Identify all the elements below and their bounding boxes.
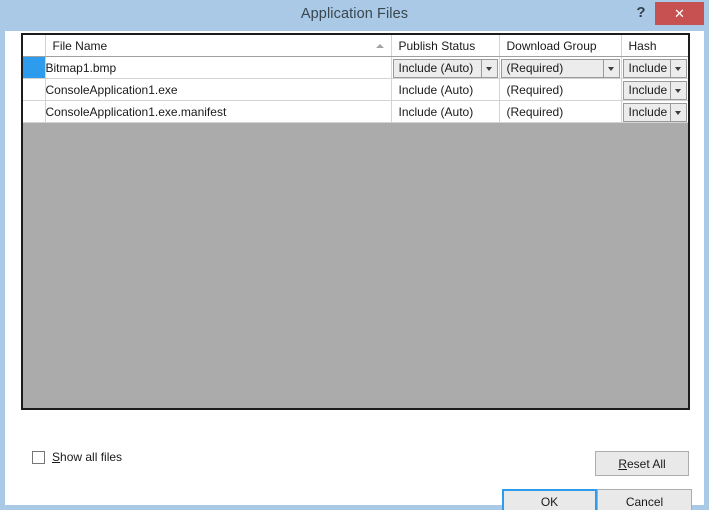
cell-hash[interactable]: Include (621, 100, 688, 123)
chevron-down-icon[interactable] (604, 104, 619, 121)
cell-file-name[interactable]: Bitmap1.bmp (45, 56, 392, 79)
hash-value: Include (628, 60, 668, 75)
chevron-down-icon[interactable] (602, 59, 619, 77)
application-files-dialog: Application Files ? ✕ File Name Publish … (0, 0, 709, 510)
reset-all-label-rest: eset All (626, 456, 666, 471)
publish-status-value: Include (Auto) (398, 60, 474, 75)
cell-publish-status[interactable]: Include (Auto) (391, 78, 500, 101)
table-row[interactable]: ConsoleApplication1.exe Include (Auto) (… (23, 78, 688, 101)
table-header-row: File Name Publish Status Download Group … (23, 35, 688, 57)
column-header-file-name-label: File Name (52, 38, 108, 53)
chevron-down-icon[interactable] (482, 104, 497, 121)
hash-value: Include (628, 104, 668, 119)
cancel-button[interactable]: Cancel (597, 489, 692, 510)
show-all-files-checkbox[interactable] (32, 450, 45, 464)
row-selector-cell[interactable] (23, 78, 46, 101)
reset-all-accel: R (618, 456, 627, 471)
chevron-down-icon[interactable] (669, 81, 686, 99)
chevron-down-icon[interactable] (669, 103, 686, 121)
chevron-down-icon[interactable] (604, 82, 619, 99)
download-group-combobox[interactable]: (Required) (500, 80, 620, 100)
cell-publish-status[interactable]: Include (Auto) (391, 100, 500, 123)
show-all-files-label: Show all files (52, 450, 122, 464)
column-header-file-name[interactable]: File Name (45, 35, 392, 57)
download-group-value: (Required) (506, 60, 564, 75)
hash-combobox[interactable]: Include (622, 102, 687, 122)
cell-download-group[interactable]: (Required) (499, 100, 622, 123)
application-files-grid[interactable]: File Name Publish Status Download Group … (21, 33, 690, 410)
column-header-download-group[interactable]: Download Group (499, 35, 622, 57)
reset-all-button[interactable]: Reset All (595, 451, 689, 476)
column-header-hash[interactable]: Hash (621, 35, 688, 57)
window-title: Application Files (300, 6, 409, 22)
grid-inner: File Name Publish Status Download Group … (23, 35, 688, 408)
download-group-combobox[interactable]: (Required) (500, 102, 620, 122)
show-all-files-label-rest: how all files (60, 450, 123, 464)
cell-hash[interactable]: Include (621, 78, 688, 101)
cell-publish-status[interactable]: Include (Auto) (391, 56, 500, 79)
download-group-value: (Required) (506, 82, 564, 97)
publish-status-value: Include (Auto) (398, 104, 474, 119)
column-header-publish-status[interactable]: Publish Status (391, 35, 500, 57)
hash-combobox[interactable]: Include (622, 80, 687, 100)
cell-hash[interactable]: Include (621, 56, 688, 79)
help-icon[interactable]: ? (629, 1, 653, 25)
cell-file-name[interactable]: ConsoleApplication1.exe.manifest (45, 100, 392, 123)
hash-combobox[interactable]: Include (622, 58, 687, 78)
cell-download-group[interactable]: (Required) (499, 78, 622, 101)
row-selector-cell[interactable] (23, 100, 46, 123)
cell-file-name[interactable]: ConsoleApplication1.exe (45, 78, 392, 101)
table-row[interactable]: ConsoleApplication1.exe.manifest Include… (23, 100, 688, 123)
ok-button[interactable]: OK (502, 489, 597, 510)
chevron-down-icon[interactable] (482, 82, 497, 99)
publish-status-combobox[interactable]: Include (Auto) (392, 58, 498, 78)
show-all-files-checkbox-row[interactable]: Show all files (32, 450, 122, 464)
file-table: File Name Publish Status Download Group … (23, 35, 688, 123)
download-group-combobox[interactable]: (Required) (500, 58, 620, 78)
publish-status-combobox[interactable]: Include (Auto) (392, 80, 498, 100)
show-all-files-accel: S (52, 450, 61, 464)
dialog-body: File Name Publish Status Download Group … (5, 31, 704, 510)
title-bar: Application Files ? ✕ (0, 0, 709, 31)
sort-ascending-icon (375, 44, 384, 48)
cell-download-group[interactable]: (Required) (499, 56, 622, 79)
close-icon[interactable]: ✕ (655, 2, 704, 25)
row-selector-cell[interactable] (23, 56, 46, 79)
hash-value: Include (628, 82, 668, 97)
column-header-row-selector[interactable] (23, 35, 46, 57)
chevron-down-icon[interactable] (669, 59, 686, 77)
table-row[interactable]: Bitmap1.bmp Include (Auto) (Required) In… (23, 56, 688, 79)
download-group-value: (Required) (506, 104, 564, 119)
publish-status-value: Include (Auto) (398, 82, 474, 97)
publish-status-combobox[interactable]: Include (Auto) (392, 102, 498, 122)
chevron-down-icon[interactable] (480, 59, 497, 77)
